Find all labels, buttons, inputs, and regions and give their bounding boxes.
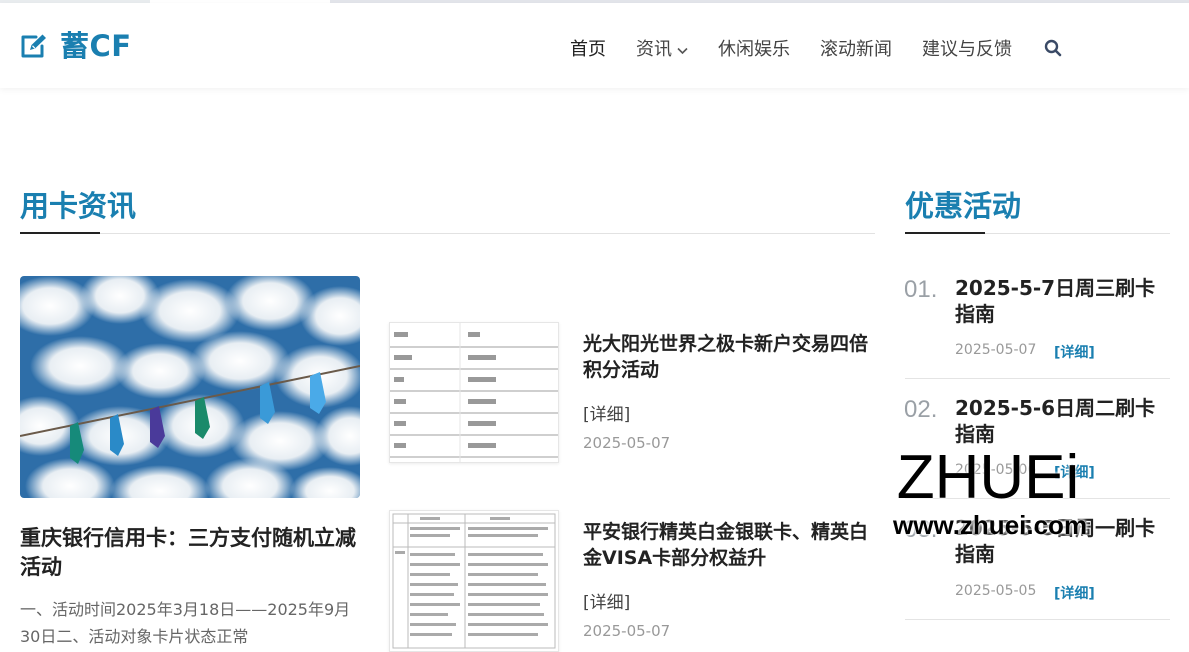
promo-number-1: 01. [904, 276, 938, 303]
promo-detail-link-2[interactable]: [详细] [1054, 462, 1095, 482]
logo-text: 蓄CF [60, 29, 132, 63]
nav-leisure[interactable]: 休闲娱乐 [718, 35, 790, 61]
article-more-link-2[interactable]: [详细] [583, 588, 630, 613]
promo-date-1: 2025-05-07 [955, 342, 1037, 358]
promo-title-3[interactable]: 2025-5-5日周一刷卡指南 [955, 515, 1175, 567]
promo-date-3: 2025-05-05 [955, 583, 1037, 599]
table-document-thumbnail[interactable] [389, 322, 559, 463]
sidebar-divider-accent [905, 232, 985, 234]
section-divider-accent [20, 232, 100, 234]
article-date-1: 2025-05-07 [583, 434, 671, 452]
article-title-1[interactable]: 光大阳光世界之极卡新户交易四倍积分活动 [583, 331, 873, 383]
site-logo[interactable]: 蓄CF [19, 29, 132, 63]
promo-title-2[interactable]: 2025-5-6日周二刷卡指南 [955, 395, 1175, 447]
text-document-thumbnail[interactable] [389, 510, 559, 652]
card-news-section-title: 用卡资讯 [20, 189, 137, 223]
featured-article-image[interactable] [20, 276, 360, 498]
promo-date-2: 2025-05-06 [955, 462, 1037, 478]
edit-icon [19, 33, 48, 60]
article-more-link-1[interactable]: [详细] [583, 400, 630, 425]
article-date-2: 2025-05-07 [583, 622, 671, 640]
nav-home-label: 首页 [570, 39, 606, 60]
chevron-down-icon [677, 39, 688, 60]
main-nav: 首页 资讯 休闲娱乐 滚动新闻 建议与反馈 [570, 33, 1062, 63]
promotions-section-title: 优惠活动 [905, 189, 1022, 223]
nav-news[interactable]: 资讯 [636, 35, 688, 61]
featured-article-title[interactable]: 重庆银行信用卡：三方支付随机立减活动 [20, 524, 360, 582]
promo-detail-link-1[interactable]: [详细] [1054, 342, 1095, 362]
article-title-2[interactable]: 平安银行精英白金银联卡、精英白金VISA卡部分权益升 [583, 519, 873, 571]
promo-detail-link-3[interactable]: [详细] [1054, 583, 1095, 603]
promo-number-3: 03. [904, 516, 938, 543]
nav-leisure-label: 休闲娱乐 [718, 39, 790, 60]
nav-home[interactable]: 首页 [570, 35, 606, 61]
featured-article-excerpt: 一、活动时间2025年3月18日——2025年9月30日二、活动对象卡片状态正常 [20, 600, 351, 646]
promo-divider [905, 378, 1170, 379]
section-divider [20, 233, 875, 234]
nav-rolling-news[interactable]: 滚动新闻 [820, 35, 892, 61]
site-header: 蓄CF 首页 资讯 休闲娱乐 滚动新闻 建议与反馈 [0, 3, 1189, 88]
nav-feedback-label: 建议与反馈 [922, 39, 1012, 60]
promo-divider [905, 619, 1170, 620]
search-icon[interactable] [1044, 39, 1062, 57]
promo-title-1[interactable]: 2025-5-7日周三刷卡指南 [955, 275, 1175, 327]
promo-number-2: 02. [904, 396, 938, 423]
promo-divider [905, 498, 1170, 499]
nav-news-label: 资讯 [636, 39, 672, 60]
nav-rolling-news-label: 滚动新闻 [820, 39, 892, 60]
nav-feedback[interactable]: 建议与反馈 [922, 35, 1012, 61]
